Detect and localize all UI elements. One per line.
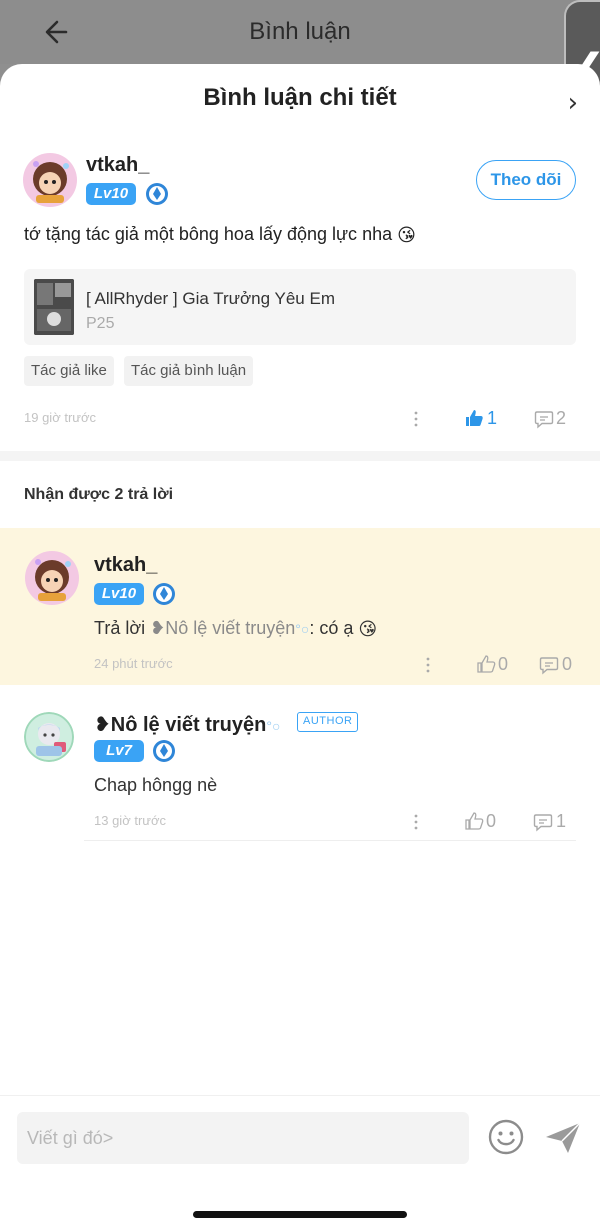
reply-time: 24 phút trước [94, 656, 173, 671]
reply-username[interactable]: ❥Nô lệ viết truyện°○ [94, 712, 280, 737]
story-cover [34, 279, 74, 335]
comment-text: tớ tặng tác giả một bông hoa lấy động lự… [24, 224, 416, 246]
comment-time: 19 giờ trước [24, 410, 96, 425]
underlying-header: Bình luận [0, 0, 600, 64]
reply-text: Trả lời ❥Nô lệ viết truyện°○: có ạ 😘 [94, 618, 377, 640]
underlying-title: Bình luận [249, 18, 351, 45]
bubble-decoration: °○ [295, 621, 310, 637]
comment-icon[interactable] [533, 812, 553, 832]
reply-mention[interactable]: ❥Nô lệ viết truyện [150, 618, 295, 638]
reply-count: 0 [562, 654, 573, 674]
sheet-title: Bình luận chi tiết [203, 84, 397, 111]
thumbs-up-icon[interactable] [464, 408, 484, 428]
comment-username[interactable]: vtkah_ [86, 154, 149, 177]
tag-author-like: Tác giả like [24, 356, 114, 386]
comment-icon[interactable] [539, 655, 559, 675]
reply-count: 2 [556, 408, 567, 428]
reply-username[interactable]: vtkah_ [94, 554, 157, 577]
like-count: 0 [498, 654, 509, 674]
section-divider [0, 451, 600, 461]
reply-count: 1 [556, 811, 567, 831]
reply-text: Chap hôngg nè [94, 775, 218, 795]
more-icon[interactable] [414, 411, 418, 427]
home-indicator [193, 1211, 407, 1218]
more-icon[interactable] [414, 814, 418, 830]
more-icon[interactable] [426, 657, 430, 673]
vip-gem-icon [146, 183, 168, 205]
level-badge: Lv10 [86, 183, 136, 205]
avatar[interactable] [22, 152, 78, 208]
thumbs-up-icon[interactable] [476, 654, 496, 674]
emoji-icon[interactable] [488, 1119, 524, 1155]
send-icon[interactable] [544, 1120, 582, 1156]
replies-header: Nhận được 2 trả lời [24, 486, 174, 503]
comment-detail-sheet: Bình luận chi tiết › vtkah_ Lv10 Theo dõ… [0, 64, 600, 1229]
like-count: 1 [487, 408, 498, 428]
level-badge: Lv7 [94, 740, 144, 762]
reply-time: 13 giờ trước [94, 813, 166, 828]
thumbs-up-icon[interactable] [464, 811, 484, 831]
bubble-decoration: °○ [266, 718, 281, 734]
reply-prefix: Trả lời [94, 618, 151, 638]
story-card[interactable]: [ AllRhyder ] Gia Trưởng Yêu Em P25 [24, 269, 576, 345]
avatar[interactable] [24, 550, 80, 606]
composer-bar [0, 1095, 600, 1229]
kiss-emoji: 😘 [397, 224, 416, 245]
story-chapter: P25 [86, 315, 115, 332]
avatar[interactable] [24, 712, 74, 762]
comment-icon[interactable] [534, 409, 554, 429]
vip-gem-icon [153, 583, 175, 605]
follow-button[interactable]: Theo dõi [476, 160, 576, 200]
level-badge: Lv10 [94, 583, 144, 605]
tag-author-comment: Tác giả bình luận [124, 356, 254, 386]
author-name: ❥Nô lệ viết truyện [94, 714, 267, 736]
story-title: [ AllRhyder ] Gia Trưởng Yêu Em [86, 289, 335, 308]
reply-item-highlighted [0, 528, 600, 685]
divider [84, 840, 576, 841]
reply-body: : có ạ [309, 618, 354, 638]
comment-input[interactable] [17, 1112, 469, 1164]
author-badge: AUTHOR [297, 712, 359, 732]
kiss-emoji: 😘 [358, 618, 378, 639]
close-chevron-icon[interactable]: › [568, 88, 578, 118]
like-count: 0 [486, 811, 497, 831]
vip-gem-icon [153, 740, 175, 762]
comment-text-body: tớ tặng tác giả một bông hoa lấy động lự… [24, 224, 393, 244]
